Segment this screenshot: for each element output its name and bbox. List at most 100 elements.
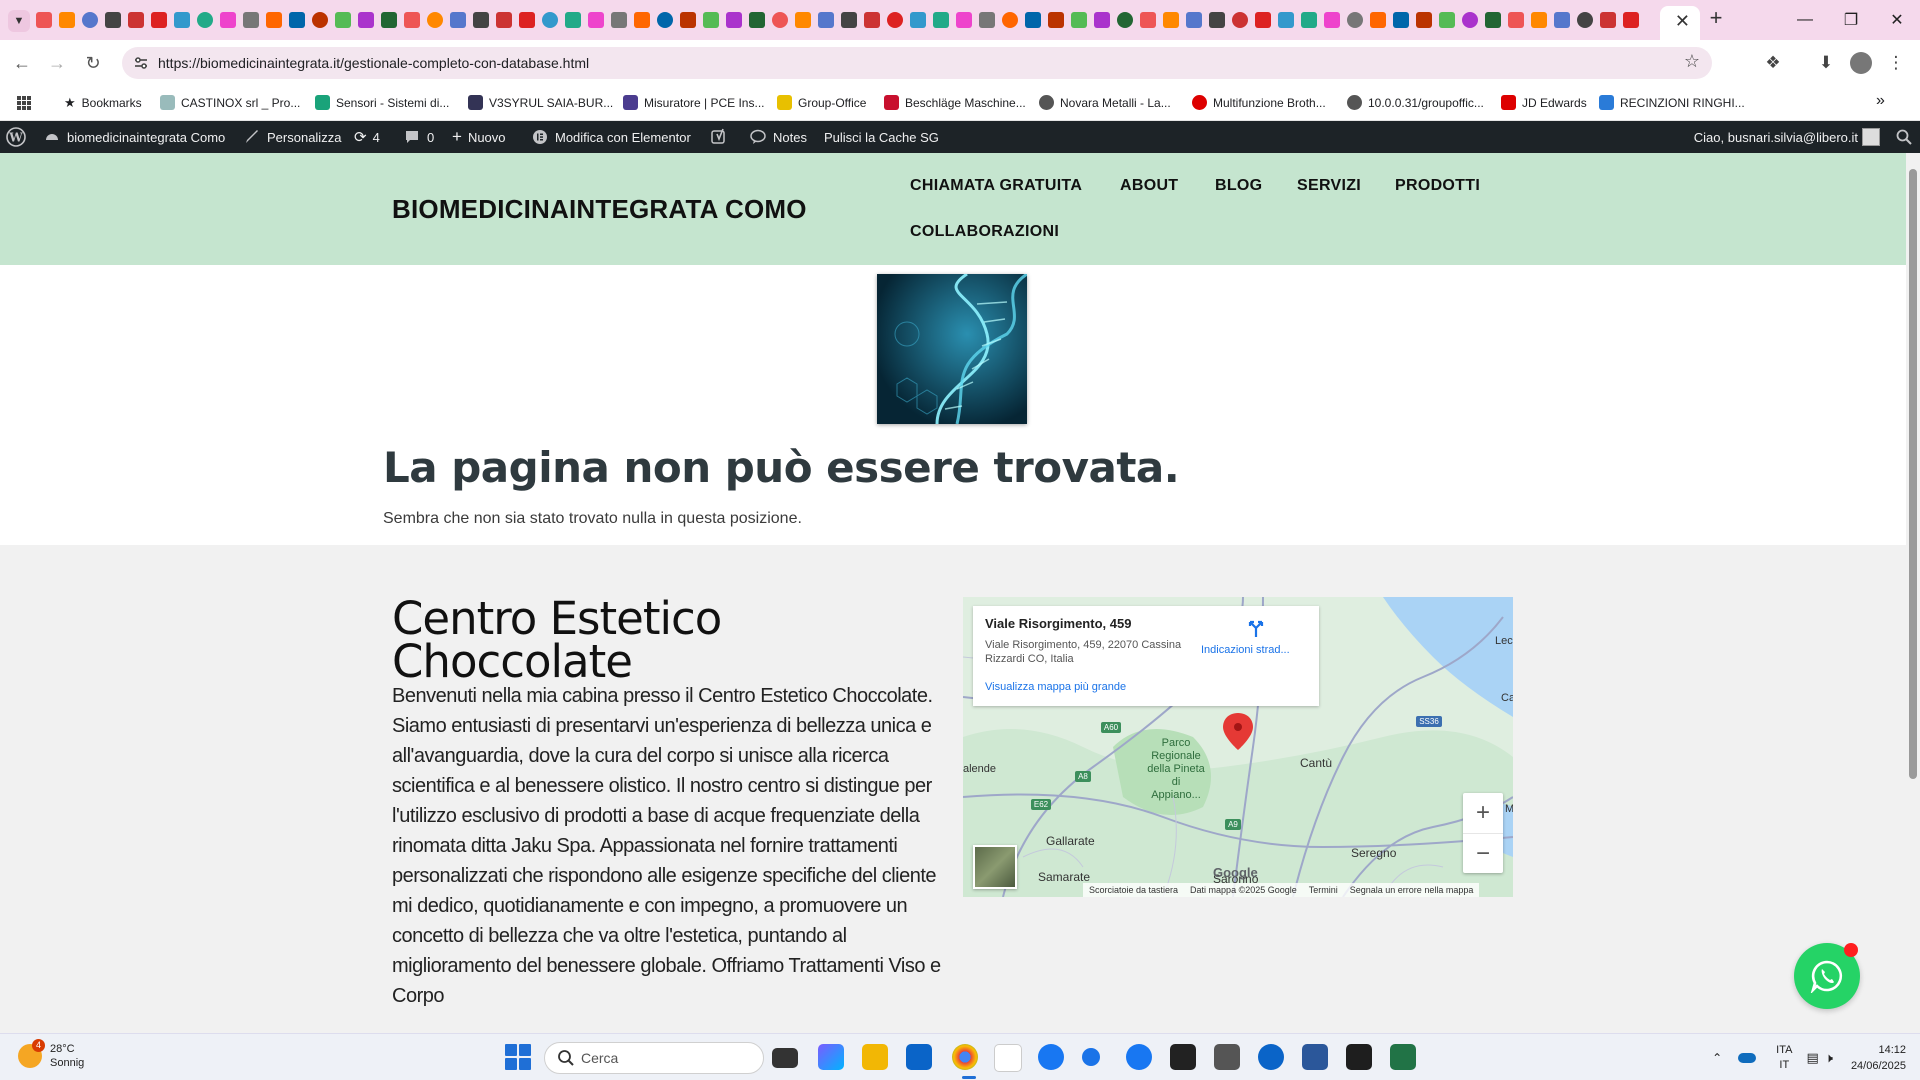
restore-button[interactable]: ❐	[1828, 0, 1874, 40]
network-icon[interactable]: ▤	[1806, 1050, 1818, 1066]
menu-item-chiamata[interactable]: CHIAMATA GRATUITA	[910, 177, 1082, 195]
store-icon[interactable]	[1170, 1044, 1196, 1070]
pinned-tab-favicon-icon[interactable]	[1071, 12, 1087, 28]
larger-map-link[interactable]: Visualizza mappa più grande	[985, 681, 1126, 693]
close-window-button[interactable]: ✕	[1874, 0, 1920, 40]
pinned-tab-favicon-icon[interactable]	[404, 12, 420, 28]
keyboard-shortcuts-link[interactable]: Scorciatoie da tastiera	[1089, 885, 1178, 895]
site-title[interactable]: BIOMEDICINAINTEGRATA COMO	[392, 194, 807, 225]
pinned-tab-favicon-icon[interactable]	[105, 12, 121, 28]
pinned-tab-favicon-icon[interactable]	[1554, 12, 1570, 28]
bookmark-item[interactable]: CASTINOX srl _ Pro...	[160, 95, 300, 110]
bookmark-item[interactable]: Multifunzione Broth...	[1192, 95, 1326, 110]
bookmark-item[interactable]: RECINZIONI RINGHI...	[1599, 95, 1745, 110]
wp-elementor-link[interactable]: Modifica con Elementor	[532, 121, 691, 153]
pinned-tab-favicon-icon[interactable]	[381, 12, 397, 28]
pinned-tab-favicon-icon[interactable]	[1508, 12, 1524, 28]
pinned-tab-favicon-icon[interactable]	[220, 12, 236, 28]
wp-customize-link[interactable]: Personalizza	[244, 121, 341, 153]
pinned-tab-favicon-icon[interactable]	[243, 12, 259, 28]
download-icon[interactable]: ⬇	[1815, 52, 1837, 74]
excel-icon[interactable]	[1390, 1044, 1416, 1070]
language-indicator[interactable]: ITA IT	[1776, 1043, 1792, 1073]
pinned-tab-favicon-icon[interactable]	[1393, 12, 1409, 28]
pinned-tab-favicon-icon[interactable]	[565, 12, 581, 28]
pinned-tab-favicon-icon[interactable]	[1301, 12, 1317, 28]
pinned-tab-favicon-icon[interactable]	[519, 12, 535, 28]
minimize-button[interactable]: —	[1782, 0, 1828, 40]
terms-link[interactable]: Termini	[1309, 885, 1338, 895]
pinned-tab-favicon-icon[interactable]	[588, 12, 604, 28]
report-error-link[interactable]: Segnala un errore nella mappa	[1350, 885, 1474, 895]
pinned-tab-favicon-icon[interactable]	[1140, 12, 1156, 28]
directions-icon[interactable]	[1246, 618, 1266, 638]
whatsapp-chat-button[interactable]	[1794, 943, 1860, 1009]
wp-account-link[interactable]: Ciao, busnari.silvia@libero.it	[1694, 121, 1858, 153]
zoom-out-button[interactable]: −	[1463, 834, 1503, 874]
menu-item-prodotti[interactable]: PRODOTTI	[1395, 177, 1480, 195]
url-text[interactable]: https://biomedicinaintegrata.it/gestiona…	[158, 55, 589, 71]
pinned-tab-favicon-icon[interactable]	[1048, 12, 1064, 28]
menu-item-about[interactable]: ABOUT	[1120, 177, 1178, 195]
pinned-tab-favicon-icon[interactable]	[1600, 12, 1616, 28]
pinned-tab-favicon-icon[interactable]	[1416, 12, 1432, 28]
bookmark-item[interactable]: Beschläge Maschine...	[884, 95, 1026, 110]
volume-icon[interactable]: 🕨	[1825, 1050, 1833, 1066]
reload-button[interactable]: ↻	[80, 50, 106, 76]
bookmark-item[interactable]: Group-Office	[777, 95, 866, 110]
pinned-tab-favicon-icon[interactable]	[634, 12, 650, 28]
pinned-tab-favicon-icon[interactable]	[174, 12, 190, 28]
pinned-tab-favicon-icon[interactable]	[266, 12, 282, 28]
bookmark-item[interactable]: 10.0.0.31/groupoffic...	[1347, 95, 1484, 110]
address-bar[interactable]: https://biomedicinaintegrata.it/gestiona…	[122, 47, 1712, 79]
pinned-tab-favicon-icon[interactable]	[1324, 12, 1340, 28]
bookmarks-folder[interactable]: ★ Bookmarks	[64, 95, 142, 111]
media-player-icon[interactable]	[1214, 1044, 1240, 1070]
pinned-tab-favicon-icon[interactable]	[611, 12, 627, 28]
yoast-icon[interactable]	[710, 121, 728, 153]
pinned-tab-favicon-icon[interactable]	[1439, 12, 1455, 28]
pinned-tab-favicon-icon[interactable]	[1462, 12, 1478, 28]
pinned-tab-favicon-icon[interactable]	[1094, 12, 1110, 28]
task-view-icon[interactable]	[772, 1048, 798, 1068]
wp-new-link[interactable]: + Nuovo	[452, 121, 506, 153]
pinned-tab-favicon-icon[interactable]	[841, 12, 857, 28]
pinned-tab-favicon-icon[interactable]	[749, 12, 765, 28]
pinned-tab-favicon-icon[interactable]	[1002, 12, 1018, 28]
pinned-tab-favicon-icon[interactable]	[1347, 12, 1363, 28]
pinned-tab-favicon-icon[interactable]	[818, 12, 834, 28]
bookmark-item[interactable]: V3SYRUL SAIA-BUR...	[468, 95, 613, 110]
weather-widget[interactable]: 4 28°C Sonnig	[18, 1039, 84, 1070]
pinned-tab-favicon-icon[interactable]	[36, 12, 52, 28]
pinned-tab-favicon-icon[interactable]	[1025, 12, 1041, 28]
pinned-tab-favicon-icon[interactable]	[726, 12, 742, 28]
tab-search-icon[interactable]: ▼	[8, 10, 30, 32]
close-tab-icon[interactable]: ✕	[1675, 11, 1690, 32]
directions-link[interactable]: Indicazioni strad...	[1201, 644, 1290, 656]
pinned-tab-favicon-icon[interactable]	[680, 12, 696, 28]
profile-avatar[interactable]	[1850, 52, 1872, 74]
pinned-tab-favicon-icon[interactable]	[910, 12, 926, 28]
onedrive-icon[interactable]	[1738, 1052, 1757, 1063]
bookmark-item[interactable]: Sensori - Sistemi di...	[315, 95, 449, 110]
amazon-icon[interactable]	[994, 1044, 1022, 1072]
copilot-icon[interactable]	[818, 1044, 844, 1070]
pinned-tab-favicon-icon[interactable]	[82, 12, 98, 28]
pinned-tab-favicon-icon[interactable]	[358, 12, 374, 28]
apps-icon[interactable]	[16, 95, 32, 111]
pinned-tab-favicon-icon[interactable]	[979, 12, 995, 28]
tray-overflow-icon[interactable]: ⌃	[1712, 1051, 1722, 1065]
active-tab[interactable]: ✕	[1660, 6, 1700, 40]
page-scrollbar[interactable]	[1906, 153, 1920, 1033]
facebook-app-icon[interactable]	[1126, 1044, 1152, 1070]
pinned-tab-favicon-icon[interactable]	[1577, 12, 1593, 28]
bookmark-star-icon[interactable]: ☆	[1684, 51, 1700, 72]
wp-search-icon[interactable]	[1896, 121, 1912, 153]
pinned-tab-favicon-icon[interactable]	[59, 12, 75, 28]
pinned-tab-favicon-icon[interactable]	[1370, 12, 1386, 28]
pinned-tab-favicon-icon[interactable]	[703, 12, 719, 28]
wp-site-link[interactable]: biomedicinaintegrata Como	[44, 121, 225, 153]
bookmark-item[interactable]: Misuratore | PCE Ins...	[623, 95, 765, 110]
pinned-tab-favicon-icon[interactable]	[864, 12, 880, 28]
teamviewer-icon[interactable]	[1258, 1044, 1284, 1070]
